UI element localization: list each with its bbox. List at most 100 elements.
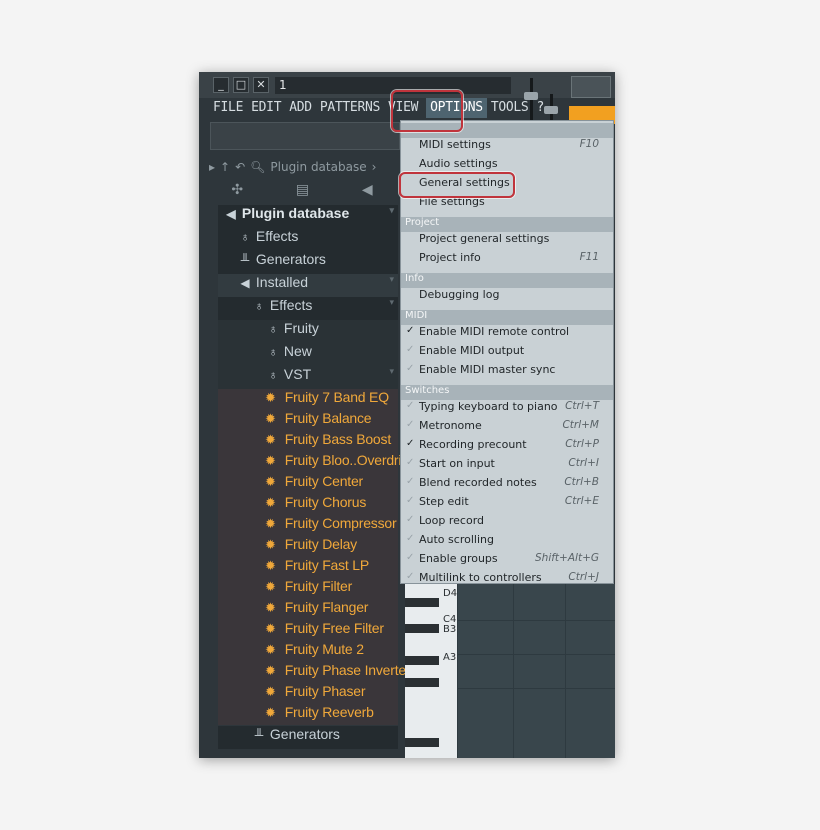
tree-item[interactable]: ♁ Effects [218, 228, 398, 251]
black-key[interactable] [405, 624, 439, 633]
plugin-gear-icon: ✹ [265, 621, 276, 636]
tree-item[interactable]: ♁ Effects ▾ [218, 297, 398, 320]
checkmark-icon: ✓ [406, 457, 415, 468]
piano-roll[interactable]: D4 C4 B3 A3 [405, 584, 615, 758]
plugin-item[interactable]: ✹ Fruity Filter [218, 578, 398, 599]
undo-icon[interactable]: ↶ [235, 160, 245, 174]
plugin-label: Fruity Chorus [284, 494, 367, 510]
plugin-gear-icon: ✹ [265, 474, 276, 489]
tree-item-label: Plugin database [241, 205, 350, 221]
window-title: 1 [275, 77, 511, 94]
plugin-item[interactable]: ✹ Fruity Mute 2 [218, 641, 398, 662]
tree-item[interactable]: ♁ VST ▾ [218, 366, 398, 389]
checkmark-icon: ✓ [406, 533, 415, 544]
menu-item-file-settings[interactable]: File settings [401, 195, 613, 214]
menu-help[interactable]: ? [532, 98, 548, 118]
menu-item-project-general-settings[interactable]: Project general settings [401, 232, 613, 251]
plugin-item[interactable]: ✹ Fruity Bass Boost [218, 431, 398, 452]
menu-item-start-on-input[interactable]: ✓ Start on input Ctrl+I [401, 457, 613, 476]
plugin-item[interactable]: ✹ Fruity Free Filter [218, 620, 398, 641]
menu-item-loop-record[interactable]: ✓ Loop record [401, 514, 613, 533]
menu-options[interactable]: OPTIONS [426, 98, 487, 118]
plugin-item[interactable]: ✹ Fruity Phaser [218, 683, 398, 704]
expand-arrow-icon[interactable]: ▾ [389, 297, 394, 308]
plugin-gear-icon: ✹ [265, 705, 276, 720]
plugin-item[interactable]: ✹ Fruity Delay [218, 536, 398, 557]
menu-item-auto-scrolling[interactable]: ✓ Auto scrolling [401, 533, 613, 552]
tree-item[interactable]: ╨ Generators [218, 251, 398, 274]
plugin-item[interactable]: ✹ Fruity Compressor [218, 515, 398, 536]
shortcut-label: Ctrl+J [568, 571, 599, 583]
menu-edit[interactable]: EDIT [247, 98, 285, 118]
menu-item-midi-settings[interactable]: MIDI settings F10 [401, 138, 613, 157]
tree-item[interactable]: ◀ Plugin database ▾ [218, 205, 398, 228]
menu-item-metronome[interactable]: ✓ Metronome Ctrl+M [401, 419, 613, 438]
speaker-icon: ◀ [240, 276, 250, 290]
menu-item-project-info[interactable]: Project info F11 [401, 251, 613, 270]
menu-add[interactable]: ADD [285, 98, 316, 118]
snap-tool-icon[interactable] [571, 76, 611, 98]
tree-item[interactable]: ◀ Installed ▾ [218, 274, 398, 297]
black-key[interactable] [405, 598, 439, 607]
menu-item-label: Audio settings [419, 157, 498, 170]
search-icon[interactable]: 🔍︎ [250, 160, 265, 174]
plugin-item[interactable]: ✹ Fruity Fast LP [218, 557, 398, 578]
grid-line [457, 584, 458, 758]
plugin-label: Fruity 7 Band EQ [284, 389, 389, 405]
piano-keyboard[interactable]: D4 C4 B3 A3 [405, 584, 457, 758]
menu-tools[interactable]: TOOLS [487, 98, 533, 118]
file-icon[interactable]: ▤ [296, 182, 309, 198]
tree-item-label: New [283, 343, 312, 359]
maximize-button[interactable]: □ [233, 77, 249, 93]
plugin-item[interactable]: ✹ Fruity Bloo..Overdrive [218, 452, 416, 473]
menu-item-enable-midi-master-sync[interactable]: ✓ Enable MIDI master sync [401, 363, 613, 382]
plugin-item[interactable]: ✹ Fruity 7 Band EQ [218, 389, 398, 410]
speaker-icon[interactable]: ◀ [362, 182, 373, 198]
plugin-gear-icon: ✹ [265, 516, 276, 531]
plugin-item[interactable]: ✹ Fruity Center [218, 473, 398, 494]
menu-item-step-edit[interactable]: ✓ Step edit Ctrl+E [401, 495, 613, 514]
tree-item[interactable]: ♁ Fruity [218, 320, 398, 343]
close-button[interactable]: ✕ [253, 77, 269, 93]
triangle-right-icon[interactable]: ▸ [209, 160, 215, 174]
menu-patterns[interactable]: PATTERNS [316, 98, 384, 118]
menu-item-multilink-to-controllers[interactable]: ✓ Multilink to controllers Ctrl+J [401, 571, 613, 590]
plugin-item[interactable]: ✹ Fruity Reeverb [218, 704, 398, 725]
menu-item-enable-midi-output[interactable]: ✓ Enable MIDI output [401, 344, 613, 363]
up-arrow-icon[interactable]: ↑ [220, 160, 230, 174]
menu-item-enable-midi-remote-control[interactable]: ✓ Enable MIDI remote control [401, 325, 613, 344]
menu-item-recording-precount[interactable]: ✓ Recording precount Ctrl+P [401, 438, 613, 457]
menu-item-debugging-log[interactable]: Debugging log [401, 288, 613, 307]
piano-icon: ╨ [254, 728, 264, 742]
plugin-item[interactable]: ✹ Fruity Phase Inverter [218, 662, 411, 683]
expand-arrow-icon[interactable]: ▾ [389, 205, 394, 216]
menu-item-general-settings[interactable]: General settings [401, 176, 613, 195]
plugin-gear-icon: ✹ [265, 558, 276, 573]
expand-arrow-icon[interactable]: ▾ [389, 366, 394, 377]
black-key[interactable] [405, 656, 439, 665]
black-key[interactable] [405, 678, 439, 687]
plugin-item[interactable]: ✹ Fruity Balance [218, 410, 398, 431]
plugin-item[interactable]: ✹ Fruity Flanger [218, 599, 398, 620]
black-key[interactable] [405, 738, 439, 747]
plugin-item[interactable]: ✹ Fruity Chorus [218, 494, 398, 515]
chevron-right-icon[interactable]: › [372, 160, 377, 174]
plugin-label: Fruity Free Filter [284, 620, 384, 636]
expand-arrow-icon[interactable]: ▾ [389, 274, 394, 285]
menu-item-blend-recorded-notes[interactable]: ✓ Blend recorded notes Ctrl+B [401, 476, 613, 495]
menu-item-enable-groups[interactable]: ✓ Enable groups Shift+Alt+G [401, 552, 613, 571]
minimize-button[interactable]: _ [213, 77, 229, 93]
shortcut-label: Ctrl+E [564, 495, 599, 507]
menu-view[interactable]: VIEW [384, 98, 422, 118]
menu-file[interactable]: FILE [209, 98, 247, 118]
menu-item-audio-settings[interactable]: Audio settings [401, 157, 613, 176]
tree-item-generators[interactable]: ╨ Generators [218, 726, 398, 749]
browser-tree: ◀ Plugin database ▾ ♁ Effects ╨ Generators ◀… [218, 205, 416, 749]
plugin-gear-icon: ✹ [265, 537, 276, 552]
shortcut-label: Ctrl+I [568, 457, 599, 469]
waveform-icon[interactable]: ✣ [231, 182, 243, 198]
tree-item[interactable]: ♁ New [218, 343, 398, 366]
plugin-label: Fruity Center [284, 473, 364, 489]
menu-item-typing-keyboard-to-piano[interactable]: ✓ Typing keyboard to piano Ctrl+T [401, 400, 613, 419]
mic-icon: ♁ [240, 230, 250, 244]
